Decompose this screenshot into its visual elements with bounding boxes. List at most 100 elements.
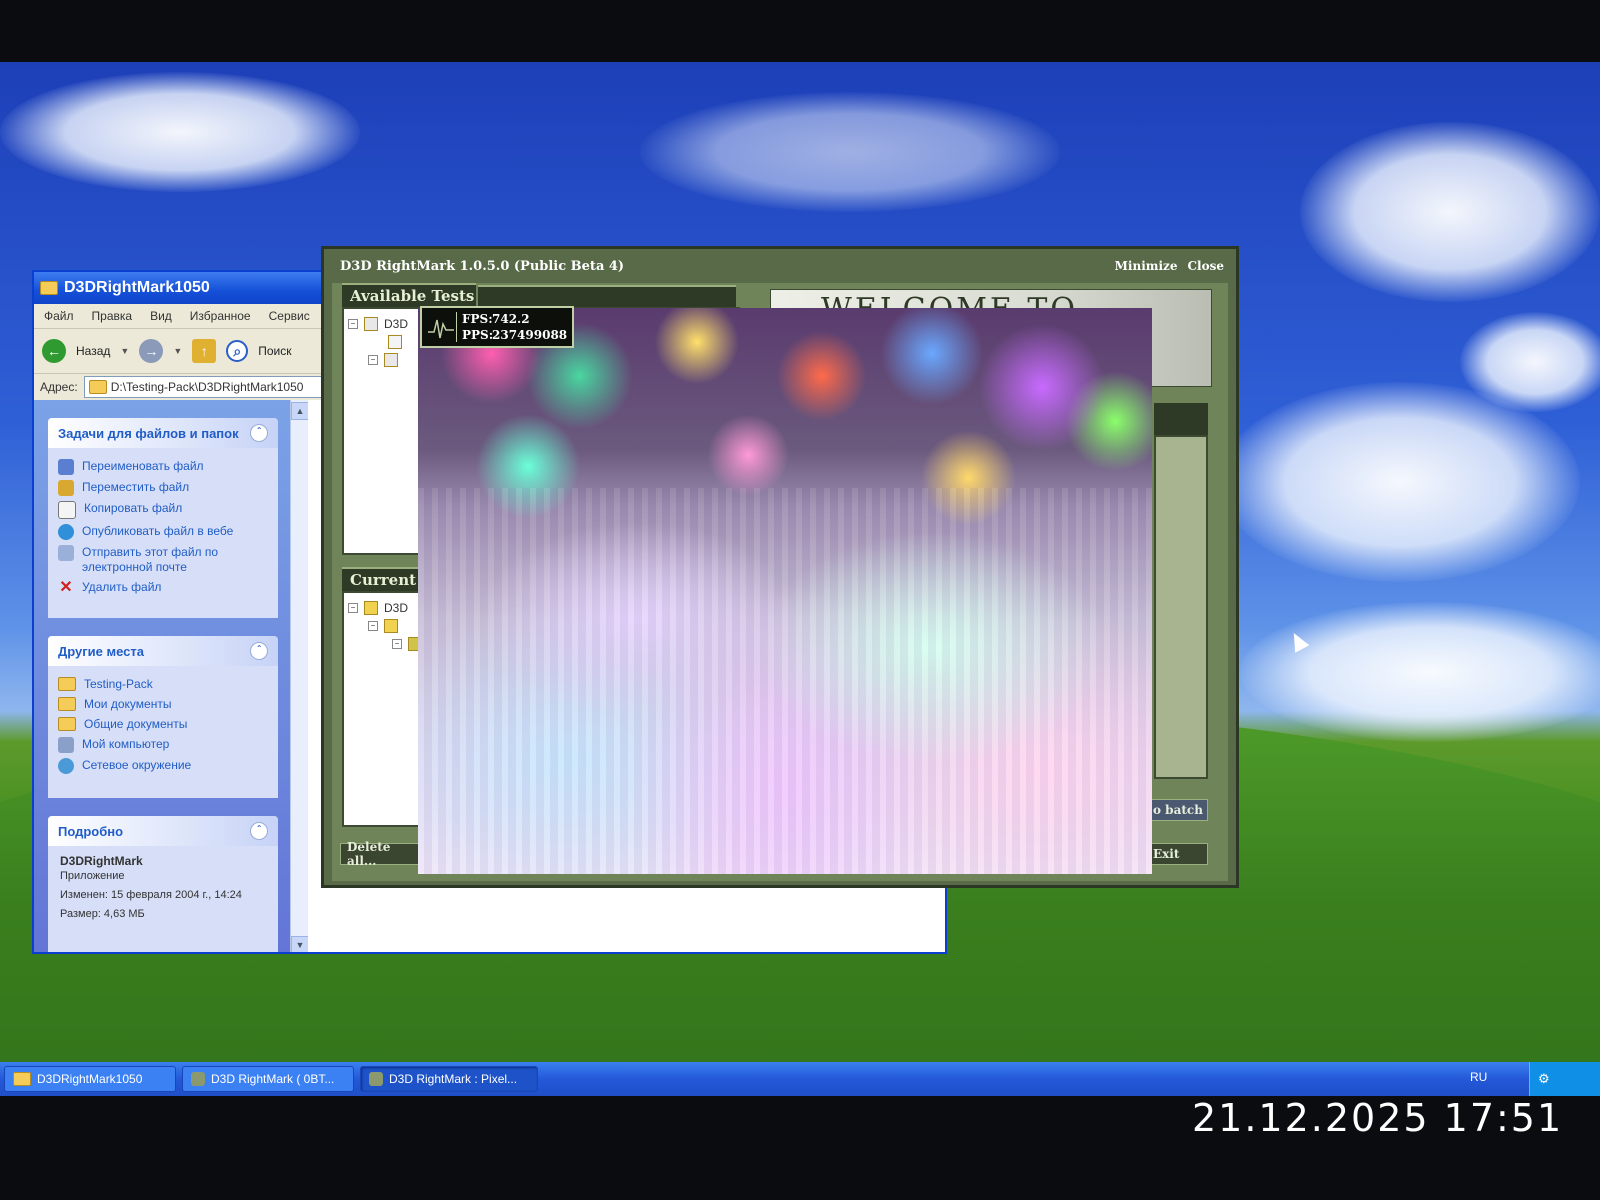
details-type: Приложение	[60, 870, 125, 882]
button-label: Delete all...	[347, 840, 391, 868]
menu-tools[interactable]: Сервис	[269, 309, 310, 323]
system-tray[interactable]: ⚙	[1529, 1062, 1600, 1096]
delete-all-button[interactable]: Delete all...	[340, 840, 420, 868]
task-move[interactable]: Переместить файл	[58, 480, 268, 496]
menu-edit[interactable]: Правка	[92, 309, 133, 323]
place-label: Мой компьютер	[82, 737, 170, 751]
collapse-icon[interactable]: ˆ	[250, 642, 268, 660]
computer-icon	[58, 737, 74, 753]
tasks-panel: Задачи для файлов и папок ˆ Переименоват…	[48, 418, 278, 618]
collapse-box-icon[interactable]: −	[392, 639, 402, 649]
delete-icon: ✕	[59, 579, 73, 596]
exit-button[interactable]: Exit	[1146, 843, 1208, 865]
language-indicator[interactable]: RU	[1470, 1070, 1487, 1084]
task-label: Переименовать файл	[82, 459, 204, 473]
details-header[interactable]: Подробно ˆ	[48, 816, 278, 846]
taskbar-item-d3d-main[interactable]: D3D RightMark ( 0BT...	[182, 1066, 354, 1092]
tab-label: Current	[350, 571, 417, 589]
search-button-label[interactable]: Поиск	[258, 344, 291, 358]
copy-icon	[58, 501, 76, 519]
place-network[interactable]: Сетевое окружение	[58, 758, 268, 774]
fps-counter: FPS:742.2 PPS:237499088	[420, 306, 574, 348]
collapse-box-icon[interactable]: −	[368, 355, 378, 365]
task-publish[interactable]: Опубликовать файл в вебе	[58, 524, 268, 540]
task-pane: Задачи для файлов и папок ˆ Переименоват…	[34, 400, 290, 952]
tab-label: Available Tests	[350, 287, 475, 305]
address-input[interactable]: D:\Testing-Pack\D3DRightMark1050	[83, 376, 322, 398]
back-button-label[interactable]: Назад	[76, 344, 110, 358]
tab-available-tests[interactable]: Available Tests	[342, 283, 476, 307]
details-modified: Изменен: 15 февраля 2004 г., 14:24	[60, 889, 242, 901]
details-name: D3DRightMark	[60, 854, 143, 868]
collapse-box-icon[interactable]: −	[348, 319, 358, 329]
d3d-app-icon	[191, 1072, 205, 1086]
other-places-header[interactable]: Другие места ˆ	[48, 636, 278, 666]
scroll-up-icon[interactable]: ▲	[291, 402, 309, 420]
folder-icon	[40, 281, 58, 295]
task-pane-scrollbar[interactable]: ▲ ▼	[290, 400, 309, 952]
d3d-title: D3D RightMark 1.0.5.0 (Public Beta 4)	[340, 258, 625, 274]
folder-icon	[58, 677, 76, 691]
tasks-panel-title: Задачи для файлов и папок	[58, 425, 239, 441]
taskbar-item-explorer[interactable]: D3DRightMark1050	[4, 1066, 176, 1092]
tree-label: D3D	[384, 317, 409, 331]
place-label: Testing-Pack	[84, 677, 153, 691]
details-title: Подробно	[58, 823, 124, 839]
menu-view[interactable]: Вид	[150, 309, 172, 323]
chevron-down-icon[interactable]: ▼	[120, 346, 129, 356]
collapse-icon[interactable]: ˆ	[250, 424, 268, 442]
place-label: Сетевое окружение	[82, 758, 192, 772]
task-label: Удалить файл	[82, 580, 162, 594]
tab-current[interactable]: Current	[342, 567, 422, 591]
task-rename[interactable]: Переименовать файл	[58, 459, 268, 475]
place-shared-documents[interactable]: Общие документы	[58, 717, 268, 732]
tests-icon	[384, 353, 398, 367]
add-to-batch-button[interactable]: o batch	[1146, 799, 1208, 821]
place-my-computer[interactable]: Мой компьютер	[58, 737, 268, 753]
render-floor	[418, 488, 1152, 874]
mail-icon	[58, 545, 74, 561]
collapse-box-icon[interactable]: −	[348, 603, 358, 613]
d3d-title-bar[interactable]: D3D RightMark 1.0.5.0 (Public Beta 4) Mi…	[324, 249, 1236, 283]
cloud	[0, 72, 360, 192]
tray-icons[interactable]: ⚙	[1538, 1071, 1550, 1087]
task-delete[interactable]: ✕ Удалить файл	[58, 580, 268, 596]
tasks-panel-header[interactable]: Задачи для файлов и папок ˆ	[48, 418, 278, 448]
close-button[interactable]: Close	[1187, 259, 1224, 273]
collapse-box-icon[interactable]: −	[368, 621, 378, 631]
button-label: Exit	[1153, 847, 1180, 861]
cloud	[1220, 382, 1580, 582]
details-panel: Подробно ˆ D3DRightMark Приложение Измен…	[48, 816, 278, 952]
place-my-documents[interactable]: Мои документы	[58, 697, 268, 712]
network-icon	[58, 758, 74, 774]
menu-favorites[interactable]: Избранное	[190, 309, 251, 323]
taskbar-label: D3DRightMark1050	[37, 1072, 143, 1086]
up-folder-icon[interactable]: ↑	[192, 339, 217, 363]
globe-icon	[58, 524, 74, 540]
place-testing-pack[interactable]: Testing-Pack	[58, 677, 268, 692]
address-label: Адрес:	[40, 380, 78, 394]
render-viewport	[418, 308, 1152, 874]
task-label: Переместить файл	[82, 480, 190, 494]
fps-label: FPS:	[462, 312, 493, 326]
rename-icon	[58, 459, 74, 475]
pulse-graph-icon	[426, 312, 457, 342]
pps-label: PPS:	[462, 328, 494, 342]
minimize-button[interactable]: Minimize	[1115, 259, 1178, 273]
search-icon[interactable]: ⌕	[226, 340, 249, 362]
other-places-panel: Другие места ˆ Testing-Pack Мои документ…	[48, 636, 278, 798]
chevron-down-icon[interactable]: ▼	[173, 346, 182, 356]
other-places-title: Другие места	[58, 643, 145, 659]
task-email[interactable]: Отправить этот файл по электронной почте	[58, 545, 268, 575]
task-label: Отправить этот файл по электронной почте	[82, 545, 219, 574]
scroll-down-icon[interactable]: ▼	[291, 936, 309, 952]
d3d-app-icon	[369, 1072, 383, 1086]
folder-icon	[58, 717, 76, 731]
back-arrow-icon[interactable]: ←	[42, 339, 66, 363]
forward-arrow-icon[interactable]: →	[139, 339, 164, 363]
right-panel-header	[1154, 403, 1208, 435]
menu-file[interactable]: Файл	[44, 309, 74, 323]
collapse-icon[interactable]: ˆ	[250, 822, 268, 840]
taskbar-item-d3d-pixel[interactable]: D3D RightMark : Pixel...	[360, 1066, 538, 1092]
task-copy[interactable]: Копировать файл	[58, 501, 268, 519]
